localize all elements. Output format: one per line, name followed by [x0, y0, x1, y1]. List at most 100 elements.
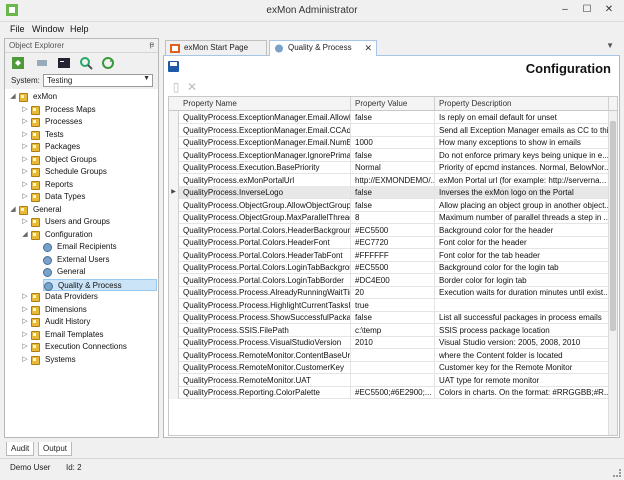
- cell-property-name[interactable]: QualityProcess.exMonPortalUrl: [179, 173, 351, 187]
- console-icon[interactable]: [57, 56, 71, 70]
- cell-property-description[interactable]: Colors in charts. On the format: #RRGGBB…: [435, 386, 609, 399]
- cell-property-name[interactable]: QualityProcess.Process.VisualStudioVersi…: [179, 336, 351, 349]
- cell-property-name[interactable]: QualityProcess.Portal.Colors.LoginTabBac…: [179, 261, 351, 274]
- pin-icon[interactable]: ᵽ: [150, 40, 154, 49]
- tree-item-email-templates[interactable]: ▷ Email Templates: [21, 329, 151, 341]
- tree-toggle-icon[interactable]: ▷: [21, 329, 29, 341]
- refresh-icon[interactable]: [101, 56, 115, 70]
- tree-toggle-icon[interactable]: ▷: [21, 216, 29, 228]
- menu-file[interactable]: File: [10, 24, 25, 34]
- cell-property-value[interactable]: false: [351, 311, 435, 324]
- cell-property-description[interactable]: Background color for the login tab: [435, 261, 609, 274]
- tree-item-audit-history[interactable]: ▷ Audit History: [21, 316, 151, 328]
- tree-toggle-icon[interactable]: ▷: [21, 104, 29, 116]
- tree-toggle-icon[interactable]: ▷: [21, 316, 29, 328]
- system-select[interactable]: Testing ▼: [43, 74, 153, 87]
- maximize-icon[interactable]: ☐: [580, 4, 594, 16]
- cell-property-name[interactable]: QualityProcess.SSIS.FilePath: [179, 323, 351, 337]
- tree-toggle-icon[interactable]: ▷: [21, 116, 29, 128]
- tree-item-quality-process[interactable]: Quality & Process: [43, 278, 157, 291]
- cell-property-value[interactable]: [351, 361, 435, 374]
- cell-property-value[interactable]: false: [351, 186, 435, 199]
- cell-property-name[interactable]: QualityProcess.Process.AlreadyRunningWai…: [179, 286, 351, 299]
- tree-item-data-types[interactable]: ▷ Data Types: [21, 191, 151, 203]
- menu-window[interactable]: Window: [32, 24, 64, 34]
- vertical-scrollbar[interactable]: [608, 111, 617, 435]
- cell-property-description[interactable]: Do not enforce primary keys being unique…: [435, 148, 609, 162]
- table-row[interactable]: QualityProcess.Portal.Colors.HeaderBackg…: [169, 223, 609, 237]
- cell-property-description[interactable]: Background color for the header: [435, 223, 609, 237]
- row-header[interactable]: [169, 336, 179, 349]
- cell-property-description[interactable]: where the Content folder is located: [435, 348, 609, 362]
- tree-item-systems[interactable]: ▷ Systems: [21, 354, 151, 366]
- tree-toggle-icon[interactable]: ▷: [21, 129, 29, 141]
- cell-property-name[interactable]: QualityProcess.ExceptionManager.IgnorePr…: [179, 148, 351, 162]
- table-row[interactable]: QualityProcess.Portal.Colors.LoginTabBac…: [169, 261, 609, 274]
- cell-property-name[interactable]: QualityProcess.ExceptionManager.Email.CC…: [179, 123, 351, 137]
- row-header[interactable]: [169, 286, 179, 299]
- tree-item-execution-connections[interactable]: ▷ Execution Connections: [21, 341, 151, 353]
- cell-property-name[interactable]: QualityProcess.Process.ShowSuccessfulPac…: [179, 311, 351, 324]
- table-row[interactable]: QualityProcess.Process.HighlightCurrentT…: [169, 298, 609, 312]
- table-row[interactable]: QualityProcess.ExceptionManager.IgnorePr…: [169, 148, 609, 162]
- column-header-property-value[interactable]: Property Value: [351, 97, 435, 111]
- row-header[interactable]: [169, 198, 179, 212]
- row-header[interactable]: [169, 223, 179, 237]
- tree-item-general-config[interactable]: General: [33, 266, 151, 278]
- row-header[interactable]: [169, 348, 179, 362]
- row-header[interactable]: [169, 323, 179, 337]
- cell-property-value[interactable]: [351, 348, 435, 362]
- cell-property-description[interactable]: Customer key for the Remote Monitor: [435, 361, 609, 374]
- connect-icon[interactable]: [35, 56, 49, 70]
- tree-item-processes[interactable]: ▷ Processes: [21, 116, 151, 128]
- tree-toggle-icon[interactable]: ◢: [9, 204, 17, 216]
- cell-property-name[interactable]: QualityProcess.ExceptionManager.Email.Al…: [179, 111, 351, 124]
- delete-row-icon[interactable]: ✕: [186, 81, 198, 94]
- cell-property-description[interactable]: Execution waits for duration minutes unt…: [435, 286, 609, 299]
- cell-property-name[interactable]: QualityProcess.RemoteMonitor.ContentBase…: [179, 348, 351, 362]
- table-row[interactable]: QualityProcess.Execution.BasePriority Nor…: [169, 161, 609, 174]
- tree-item-process-maps[interactable]: ▷ Process Maps: [21, 104, 151, 116]
- cell-property-value[interactable]: [351, 123, 435, 137]
- row-header[interactable]: [169, 123, 179, 137]
- cell-property-value[interactable]: 20: [351, 286, 435, 299]
- row-header[interactable]: [169, 386, 179, 399]
- cell-property-name[interactable]: QualityProcess.Portal.Colors.HeaderBackg…: [179, 223, 351, 237]
- tree-toggle-icon[interactable]: ▷: [21, 191, 29, 203]
- table-row[interactable]: QualityProcess.RemoteMonitor.CustomerKey…: [169, 361, 609, 374]
- cell-property-name[interactable]: QualityProcess.Portal.Colors.HeaderFont: [179, 236, 351, 249]
- column-header-property-description[interactable]: Property Description: [435, 97, 609, 111]
- close-icon[interactable]: ✕: [602, 4, 616, 16]
- cell-property-name[interactable]: QualityProcess.ExceptionManager.Email.Nu…: [179, 136, 351, 149]
- cell-property-value[interactable]: 2010: [351, 336, 435, 349]
- cell-property-name[interactable]: QualityProcess.Execution.BasePriority: [179, 161, 351, 174]
- close-tab-icon[interactable]: ✕: [364, 41, 372, 55]
- table-row[interactable]: QualityProcess.Portal.Colors.LoginTabBor…: [169, 273, 609, 287]
- row-header[interactable]: ▶: [169, 186, 179, 199]
- tree-item-tests[interactable]: ▷ Tests: [21, 129, 151, 141]
- table-row[interactable]: QualityProcess.Portal.Colors.HeaderFont #…: [169, 236, 609, 249]
- tree-item-external-users[interactable]: External Users: [33, 254, 151, 266]
- cell-property-value[interactable]: Normal: [351, 161, 435, 174]
- tree-toggle-icon[interactable]: ▷: [21, 179, 29, 191]
- cell-property-name[interactable]: QualityProcess.RemoteMonitor.CustomerKey: [179, 361, 351, 374]
- table-row[interactable]: QualityProcess.ExceptionManager.Email.Nu…: [169, 136, 609, 149]
- table-row[interactable]: QualityProcess.Process.AlreadyRunningWai…: [169, 286, 609, 299]
- table-row[interactable]: QualityProcess.Process.ShowSuccessfulPac…: [169, 311, 609, 324]
- scroll-thumb[interactable]: [610, 121, 616, 331]
- tree-item-general[interactable]: ◢ General: [9, 204, 149, 216]
- tab-quality-process[interactable]: Quality & Process ✕: [269, 40, 377, 56]
- row-header[interactable]: [169, 298, 179, 312]
- cell-property-value[interactable]: #EC5500: [351, 261, 435, 274]
- tree-item-packages[interactable]: ▷ Packages: [21, 141, 151, 153]
- menu-help[interactable]: Help: [70, 24, 89, 34]
- tree-toggle-icon[interactable]: ▷: [21, 291, 29, 303]
- row-header[interactable]: [169, 161, 179, 174]
- tree-toggle-icon[interactable]: ▷: [21, 354, 29, 366]
- cell-property-name[interactable]: QualityProcess.RemoteMonitor.UAT: [179, 373, 351, 387]
- table-row[interactable]: QualityProcess.RemoteMonitor.ContentBase…: [169, 348, 609, 362]
- save-icon[interactable]: [168, 61, 179, 72]
- minimize-icon[interactable]: –: [558, 4, 572, 16]
- table-row[interactable]: QualityProcess.RemoteMonitor.UAT UAT type…: [169, 373, 609, 387]
- cell-property-name[interactable]: QualityProcess.Reporting.ColorPalette: [179, 386, 351, 399]
